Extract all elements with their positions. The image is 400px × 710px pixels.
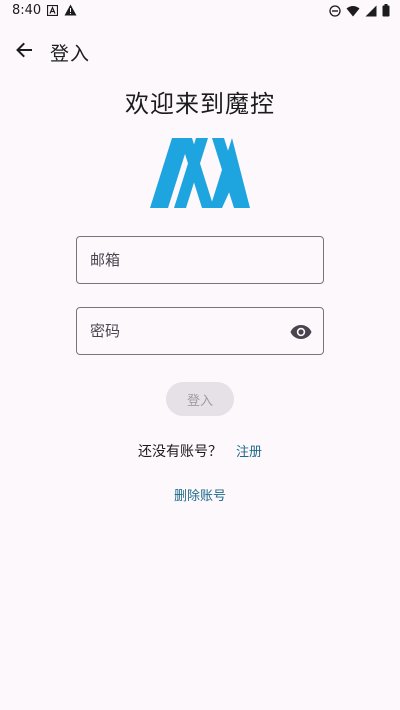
login-button[interactable]: 登入 — [166, 382, 234, 416]
password-input[interactable] — [90, 308, 290, 354]
app-bar: 登入 — [0, 30, 400, 70]
status-notification-icons — [47, 4, 77, 16]
status-bar: 8:40 — [0, 0, 400, 24]
warning-icon — [64, 4, 77, 16]
signal-icon — [365, 5, 377, 16]
battery-icon — [382, 4, 390, 17]
status-time: 8:40 — [12, 3, 42, 18]
register-prompt: 还没有账号？ — [137, 444, 222, 460]
delete-account-link[interactable]: 删除账号 — [0, 485, 400, 504]
do-not-disturb-icon — [329, 4, 341, 17]
password-field[interactable] — [76, 307, 324, 355]
arrow-back-icon — [16, 42, 32, 58]
notification-a-icon — [47, 4, 58, 16]
register-link[interactable]: 注册 — [236, 445, 262, 460]
register-row: 还没有账号？ 注册 — [0, 441, 400, 461]
logo-m-icon — [150, 138, 250, 208]
status-system-icons — [329, 4, 390, 17]
welcome-heading: 欢迎来到魔控 — [125, 90, 275, 118]
eye-icon — [290, 325, 312, 339]
back-button[interactable] — [8, 34, 40, 66]
toggle-password-visibility-button[interactable] — [289, 320, 313, 344]
email-field[interactable] — [76, 236, 324, 284]
wifi-icon — [346, 5, 360, 16]
email-input[interactable] — [90, 237, 290, 283]
page-title: 登入 — [50, 43, 91, 65]
